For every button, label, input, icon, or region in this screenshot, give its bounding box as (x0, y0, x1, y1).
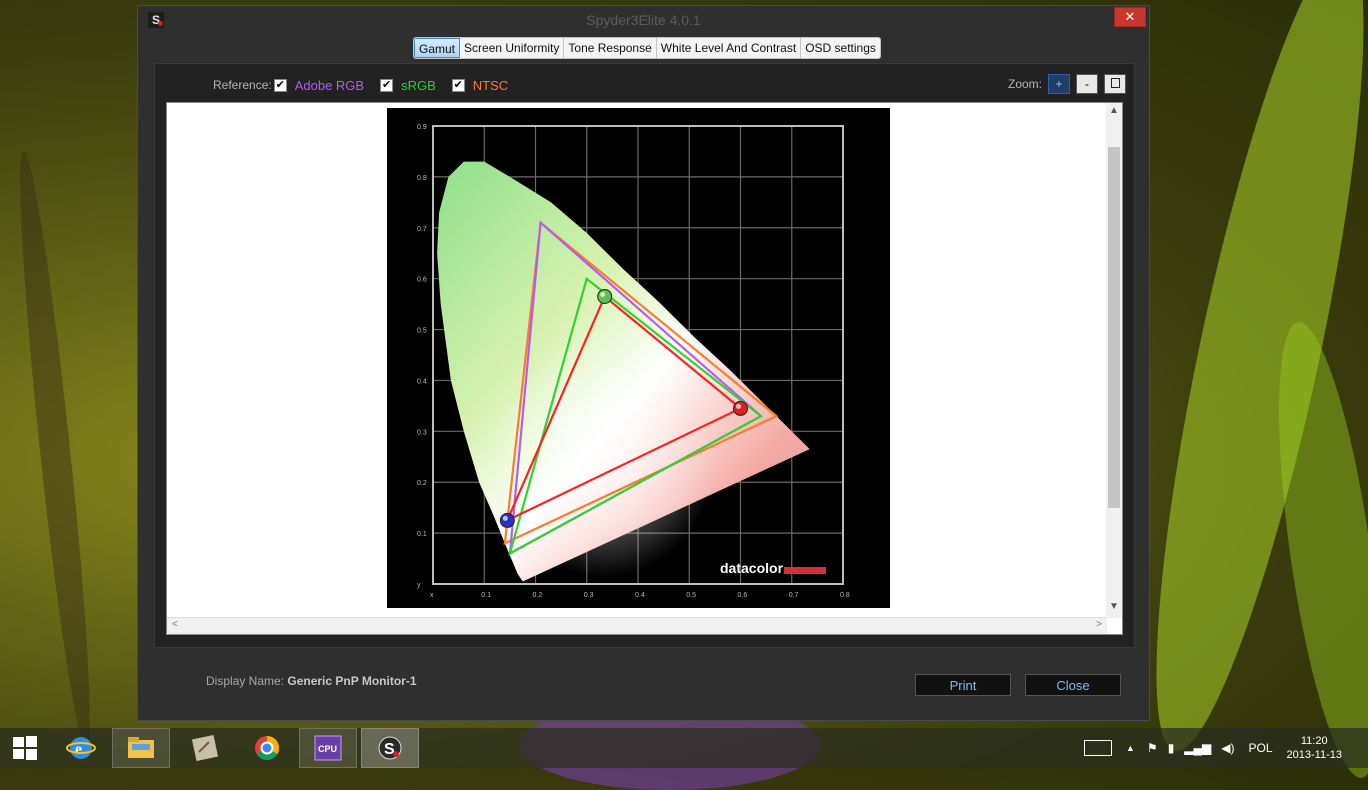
x-tick-label: 0.2 (533, 592, 543, 599)
y-tick-label: 0.6 (417, 277, 427, 284)
taskbar-ie[interactable]: e (52, 728, 110, 768)
taskbar-app-map[interactable] (176, 728, 234, 768)
svg-text:CPU: CPU (318, 744, 337, 754)
print-button[interactable]: Print (915, 674, 1011, 696)
taskbar: e CPU S ▲ ⚑ ▮ ▂▄▆ ◀) POL 11:20 2013-11-1… (0, 728, 1368, 768)
chrome-icon (255, 736, 280, 761)
spyder-app-icon: S (378, 736, 402, 760)
point-highlight (502, 515, 508, 521)
tab-white-level-contrast[interactable]: White Level And Contrast (656, 38, 802, 58)
tab-gamut[interactable]: Gamut (414, 38, 461, 58)
y-tick-label: 0.2 (417, 480, 427, 487)
title-bar[interactable]: S Spyder3Elite 4.0.1 ✕ (138, 6, 1149, 34)
measured-primary-point (499, 512, 515, 528)
svg-text:S: S (384, 741, 395, 758)
taskbar-chrome[interactable] (238, 728, 296, 768)
srgb-checkbox[interactable]: ✔ (380, 78, 394, 92)
vertical-scrollbar[interactable]: ▲ ▼ (1106, 103, 1122, 618)
x-tick-label: 0.7 (789, 592, 799, 599)
measured-primary-point (733, 400, 748, 416)
x-tick-label: 0.3 (584, 592, 594, 599)
y-tick-label: 0.5 (417, 328, 427, 335)
point-highlight (736, 403, 741, 409)
reference-row: Reference: ✔ Adobe RGB ✔ sRGB ✔ NTSC (213, 76, 522, 94)
x-tick-label: x (430, 592, 434, 599)
language-indicator[interactable]: POL (1249, 741, 1273, 755)
taskbar-spyder[interactable]: S (361, 728, 419, 768)
horizontal-scrollbar[interactable]: < > (167, 617, 1107, 634)
volume-icon[interactable]: ◀) (1221, 741, 1234, 755)
gamut-panel: Reference: ✔ Adobe RGB ✔ sRGB ✔ NTSC Zoo… (154, 63, 1135, 648)
y-tick-label: 0.7 (417, 226, 427, 233)
zoom-in-button[interactable]: + (1048, 74, 1071, 94)
datacolor-logo: datacolor (720, 560, 784, 576)
power-icon[interactable]: ▮ (1168, 741, 1175, 755)
map-app-icon (191, 734, 219, 762)
y-tick-label: 0.9 (417, 124, 427, 131)
y-tick-label: 0.1 (417, 531, 427, 538)
zoom-out-button[interactable]: - (1076, 74, 1099, 94)
scroll-left-arrow[interactable]: < (172, 619, 178, 630)
x-tick-label: 0.8 (840, 592, 850, 599)
tab-osd-settings[interactable]: OSD settings (801, 38, 880, 58)
x-tick-label: 0.4 (635, 592, 645, 599)
tab-screen-uniformity[interactable]: Screen Uniformity (460, 38, 565, 58)
footer-bar: Display Name: Generic PnP Monitor-1 Prin… (138, 656, 1149, 716)
app-window: S Spyder3Elite 4.0.1 ✕ Gamut Screen Unif… (137, 5, 1150, 721)
ntsc-label: NTSC (472, 77, 509, 93)
window-title: Spyder3Elite 4.0.1 (586, 12, 701, 28)
internet-explorer-icon: e (66, 737, 96, 759)
point-highlight (600, 291, 606, 297)
ntsc-checkbox[interactable]: ✔ (451, 78, 465, 92)
y-tick-label: 0.8 (417, 175, 427, 182)
y-tick-label: y (417, 582, 421, 589)
vertical-scroll-thumb[interactable] (1108, 147, 1120, 508)
reference-label: Reference: (213, 78, 272, 92)
window-close-button[interactable]: ✕ (1114, 7, 1146, 27)
folder-icon (128, 737, 154, 758)
taskbar-file-explorer[interactable] (112, 728, 170, 768)
measured-primary-point (597, 288, 613, 304)
clock-time: 11:20 (1300, 735, 1328, 747)
taskbar-cpuz[interactable]: CPU (299, 728, 357, 768)
datacolor-logo-bar (784, 567, 826, 574)
scroll-right-arrow[interactable]: > (1096, 619, 1102, 630)
zoom-controls: Zoom: + - (1008, 74, 1127, 94)
flag-icon[interactable]: ⚑ (1147, 741, 1158, 755)
network-signal-icon[interactable]: ▂▄▆ (1184, 741, 1211, 755)
zoom-fit-button[interactable] (1104, 74, 1127, 94)
clock[interactable]: 11:20 2013-11-13 (1287, 734, 1342, 762)
x-tick-label: 0.1 (481, 592, 491, 599)
adobe-rgb-label: Adobe RGB (294, 77, 365, 93)
system-tray: ▲ ⚑ ▮ ▂▄▆ ◀) POL 11:20 2013-11-13 (1084, 728, 1342, 768)
tab-tone-response[interactable]: Tone Response (564, 38, 657, 58)
keyboard-icon[interactable] (1084, 740, 1112, 756)
x-tick-label: 0.6 (738, 592, 748, 599)
x-tick-label: 0.5 (686, 592, 696, 599)
cpu-z-icon: CPU (314, 735, 342, 761)
tab-bar: Gamut Screen Uniformity Tone Response Wh… (413, 37, 881, 59)
scroll-down-arrow[interactable]: ▼ (1106, 601, 1122, 612)
adobe-rgb-checkbox[interactable]: ✔ (273, 78, 287, 92)
y-tick-label: 0.4 (417, 378, 427, 385)
cie-diagram-svg: x 0.1 0.2 0.3 0.4 0.5 0.6 0.7 0.8 y 0.1 0.2 0.3 0.4 0.… (417, 124, 850, 599)
scroll-up-arrow[interactable]: ▲ (1106, 105, 1122, 116)
start-button[interactable] (0, 728, 50, 768)
show-hidden-icons-icon[interactable]: ▲ (1126, 743, 1135, 753)
srgb-label: sRGB (401, 77, 436, 93)
zoom-label: Zoom: (1008, 77, 1043, 91)
display-name-value: Generic PnP Monitor-1 (287, 674, 417, 688)
close-button[interactable]: Close (1025, 674, 1121, 696)
chart-viewport: x 0.1 0.2 0.3 0.4 0.5 0.6 0.7 0.8 y 0.1 0.2 0.3 0.4 0.… (166, 102, 1123, 635)
cie-chart: x 0.1 0.2 0.3 0.4 0.5 0.6 0.7 0.8 y 0.1 0.2 0.3 0.4 0.… (387, 108, 890, 608)
clock-date: 2013-11-13 (1286, 749, 1342, 761)
display-name: Display Name: Generic PnP Monitor-1 (206, 674, 417, 688)
windows-logo-icon (13, 736, 37, 760)
y-tick-label: 0.3 (417, 429, 427, 436)
